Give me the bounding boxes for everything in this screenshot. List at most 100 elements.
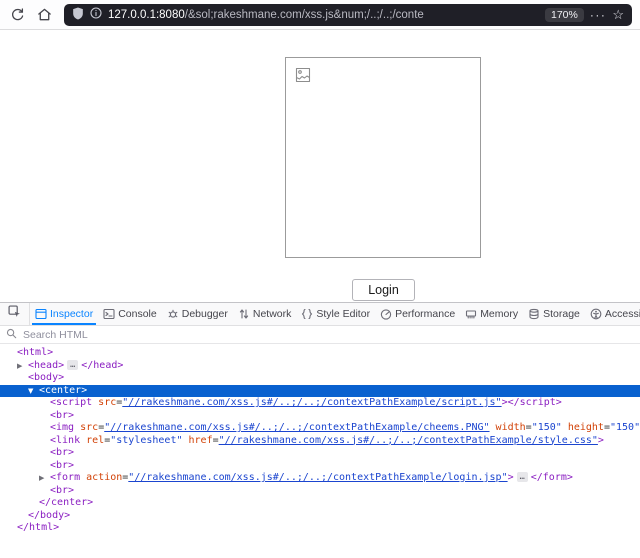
shield-icon[interactable] <box>72 7 84 23</box>
url-bar[interactable]: 127.0.0.1:8080/&sol;rakeshmane.com/xss.j… <box>64 4 632 26</box>
markup-token-attr: href <box>182 435 212 446</box>
markup-line[interactable]: <script src="//rakeshmane.com/xss.js#/..… <box>0 397 640 410</box>
markup-token-tag: </form> <box>531 472 573 483</box>
markup-line[interactable]: <br> <box>0 447 640 460</box>
markup-token-tag: </head> <box>81 360 123 371</box>
tab-memory[interactable]: Memory <box>460 303 523 325</box>
search-icon <box>6 326 17 344</box>
style-editor-icon <box>301 308 313 320</box>
expand-arrow-icon[interactable]: ▶ <box>39 472 50 485</box>
markup-line[interactable]: <br> <box>0 410 640 423</box>
markup-token-tag: > <box>598 435 604 446</box>
tab-label: Debugger <box>182 308 228 320</box>
reload-button[interactable] <box>10 7 25 22</box>
markup-token-tag: <head> <box>28 360 64 371</box>
collapsed-ellipsis[interactable]: … <box>67 360 78 370</box>
devtools-panel: Inspector Console Debugger <box>0 302 640 558</box>
markup-line[interactable]: <link rel="stylesheet" href="//rakeshman… <box>0 435 640 448</box>
markup-token-val: "150" <box>532 422 562 433</box>
login-button[interactable]: Login <box>352 279 415 301</box>
tab-accessibility[interactable]: Accessibility <box>585 303 640 325</box>
markup-line[interactable]: <body> <box>0 372 640 385</box>
url-path: /&sol;rakeshmane.com/xss.js&num;/..;/..;… <box>185 9 424 21</box>
memory-icon <box>465 308 477 320</box>
markup-token-tag: <html> <box>17 347 53 358</box>
tab-console[interactable]: Console <box>98 303 162 325</box>
tab-network[interactable]: Network <box>233 303 297 325</box>
meatball-menu-icon: ··· <box>590 8 607 22</box>
devtools-tabbar: Inspector Console Debugger <box>0 303 640 326</box>
markup-token-tag: <br> <box>50 460 74 471</box>
markup-token-tag: > <box>508 472 514 483</box>
zoom-indicator[interactable]: 170% <box>545 8 584 22</box>
tab-storage[interactable]: Storage <box>523 303 585 325</box>
expand-arrow-icon[interactable]: ▼ <box>28 385 39 398</box>
tab-performance[interactable]: Performance <box>375 303 460 325</box>
markup-line[interactable]: <html> <box>0 347 640 360</box>
tab-label: Performance <box>395 308 455 320</box>
markup-token-val: "150" <box>610 422 640 433</box>
markup-token-tag: ></script> <box>502 397 562 408</box>
markup-token-attr: src <box>74 422 98 433</box>
node-picker-icon <box>8 305 21 323</box>
markup-token-link: "//rakeshmane.com/xss.js#/..;/..;/contex… <box>122 397 501 408</box>
url-text[interactable]: 127.0.0.1:8080/&sol;rakeshmane.com/xss.j… <box>108 9 539 21</box>
markup-token-tag: <img <box>50 422 74 433</box>
markup-token-tag: <br> <box>50 410 74 421</box>
collapsed-ellipsis[interactable]: … <box>517 472 528 482</box>
markup-token-attr: height <box>562 422 604 433</box>
markup-token-attr: src <box>92 397 116 408</box>
tab-label: Accessibility <box>605 308 640 320</box>
markup-view: <html>▶<head>…</head><body>▼<center><scr… <box>0 344 640 556</box>
markup-line[interactable]: </html> <box>0 522 640 535</box>
console-icon <box>103 308 115 320</box>
markup-token-val: "stylesheet" <box>110 435 182 446</box>
markup-token-tag: <body> <box>28 372 64 383</box>
markup-token-attr: width <box>490 422 526 433</box>
tab-label: Inspector <box>50 308 93 320</box>
tab-inspector[interactable]: Inspector <box>30 303 98 325</box>
devtools-search-bar <box>0 326 640 344</box>
markup-token-tag: <br> <box>50 485 74 496</box>
tab-style-editor[interactable]: Style Editor <box>296 303 375 325</box>
page-actions-button[interactable]: ··· <box>590 9 607 21</box>
markup-token-tag: <center> <box>39 385 87 396</box>
broken-image-box <box>285 57 481 258</box>
tab-label: Network <box>253 308 292 320</box>
markup-token-attr: action <box>80 472 122 483</box>
home-icon <box>37 7 52 22</box>
markup-line[interactable]: ▶<head>…</head> <box>0 360 640 373</box>
tab-label: Memory <box>480 308 518 320</box>
url-domain: 127.0.0.1:8080 <box>108 9 185 21</box>
page-content: Login <box>0 30 640 302</box>
search-input[interactable] <box>21 328 634 342</box>
node-picker-button[interactable] <box>0 303 30 325</box>
markup-token-attr: rel <box>80 435 104 446</box>
tab-label: Style Editor <box>316 308 370 320</box>
markup-line[interactable]: </body> <box>0 510 640 523</box>
tab-debugger[interactable]: Debugger <box>162 303 233 325</box>
browser-toolbar: 127.0.0.1:8080/&sol;rakeshmane.com/xss.j… <box>0 0 640 30</box>
markup-line[interactable]: </center> <box>0 497 640 510</box>
tab-label: Storage <box>543 308 580 320</box>
broken-image-icon <box>295 67 311 88</box>
star-icon: ☆ <box>612 7 624 22</box>
home-button[interactable] <box>37 7 52 22</box>
markup-token-tag: </body> <box>28 510 70 521</box>
nav-icons <box>0 7 64 22</box>
login-button-label: Login <box>368 283 399 297</box>
expand-arrow-icon[interactable]: ▶ <box>17 360 28 373</box>
reload-icon <box>10 7 25 22</box>
markup-token-tag: <script <box>50 397 92 408</box>
markup-line[interactable]: <br> <box>0 485 640 498</box>
markup-line[interactable]: ▶<form action="//rakeshmane.com/xss.js#/… <box>0 472 640 485</box>
markup-token-link: "//rakeshmane.com/xss.js#/..;/..;/contex… <box>104 422 489 433</box>
markup-line[interactable]: <img src="//rakeshmane.com/xss.js#/..;/.… <box>0 422 640 435</box>
info-icon[interactable] <box>90 7 102 22</box>
bookmark-button[interactable]: ☆ <box>612 8 624 21</box>
performance-icon <box>380 308 392 320</box>
markup-token-tag: <form <box>50 472 80 483</box>
markup-line[interactable]: ▼<center> <box>0 385 640 398</box>
markup-line[interactable]: <br> <box>0 460 640 473</box>
markup-token-tag: </center> <box>39 497 93 508</box>
